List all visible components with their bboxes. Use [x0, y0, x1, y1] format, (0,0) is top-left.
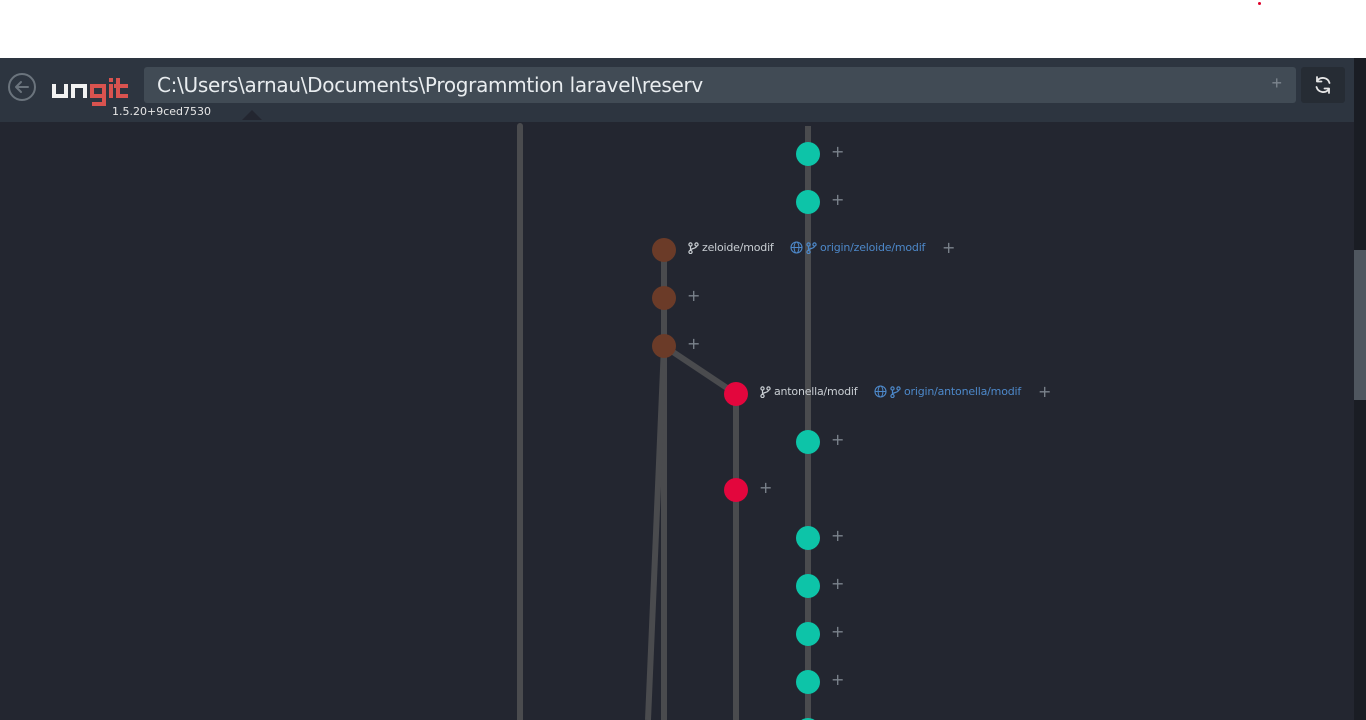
new-branch-plus-button[interactable]: +	[1038, 384, 1051, 400]
branch-ref-zeloide[interactable]: zeloide/modif	[688, 241, 774, 254]
branch-icon	[890, 385, 901, 398]
new-branch-plus-button[interactable]: +	[687, 336, 700, 352]
commit-node[interactable]	[796, 142, 820, 166]
app-header: 1.5.20+9ced7530 C:\Users\arnau\Documents…	[0, 58, 1354, 122]
refresh-button[interactable]	[1301, 67, 1345, 103]
commit-graph	[517, 123, 820, 720]
scrollbar-thumb[interactable]	[1354, 250, 1366, 400]
new-branch-plus-button[interactable]: +	[687, 288, 700, 304]
repo-path-input[interactable]: C:\Users\arnau\Documents\Programmtion la…	[144, 67, 1296, 103]
commit-node[interactable]	[796, 526, 820, 550]
commit-node[interactable]	[796, 190, 820, 214]
branch-icon	[806, 241, 817, 254]
ungit-app: + + + + + + + + + + zeloide/modif origin…	[0, 58, 1366, 720]
new-branch-plus-button[interactable]: +	[831, 624, 844, 640]
branch-icon	[688, 241, 699, 254]
branch-icon	[760, 385, 771, 398]
globe-icon	[874, 385, 887, 398]
commit-node[interactable]	[796, 670, 820, 694]
repo-path-text[interactable]: C:\Users\arnau\Documents\Programmtion la…	[157, 73, 703, 97]
red-indicator-dot	[1258, 2, 1261, 5]
commit-node[interactable]	[652, 334, 676, 358]
commit-node-zeloide-head[interactable]	[652, 238, 676, 262]
commit-node[interactable]	[652, 286, 676, 310]
remote-branch-name: origin/zeloide/modif	[820, 241, 926, 254]
ungit-logo	[52, 78, 128, 106]
new-branch-plus-button[interactable]: +	[759, 480, 772, 496]
browser-blank-area	[0, 0, 1366, 58]
branch-name: zeloide/modif	[702, 241, 774, 254]
remote-branch-name: origin/antonella/modif	[904, 385, 1022, 398]
globe-icon	[790, 241, 803, 254]
commit-node-antonella-head[interactable]	[724, 382, 748, 406]
path-add-button[interactable]: +	[1271, 73, 1282, 94]
new-branch-plus-button[interactable]: +	[831, 432, 844, 448]
remote-ref-zeloide[interactable]: origin/zeloide/modif	[790, 241, 925, 254]
new-branch-plus-button[interactable]: +	[942, 240, 955, 256]
version-label: 1.5.20+9ced7530	[112, 105, 211, 118]
branch-name: antonella/modif	[774, 385, 858, 398]
commit-node[interactable]	[796, 574, 820, 598]
commit-node[interactable]	[724, 478, 748, 502]
commit-node[interactable]	[796, 622, 820, 646]
new-branch-plus-button[interactable]: +	[831, 576, 844, 592]
new-branch-plus-button[interactable]: +	[831, 528, 844, 544]
branch-ref-antonella[interactable]: antonella/modif	[760, 385, 858, 398]
back-button[interactable]	[8, 73, 36, 101]
new-branch-plus-button[interactable]: +	[831, 192, 844, 208]
new-branch-plus-button[interactable]: +	[831, 672, 844, 688]
graph-line-antonella-merge	[662, 343, 738, 397]
back-arrow-icon	[15, 81, 29, 93]
refresh-icon	[1315, 76, 1331, 94]
remote-ref-antonella[interactable]: origin/antonella/modif	[874, 385, 1021, 398]
commit-node[interactable]	[796, 430, 820, 454]
path-dropdown-caret	[242, 110, 262, 120]
new-branch-plus-button[interactable]: +	[831, 144, 844, 160]
